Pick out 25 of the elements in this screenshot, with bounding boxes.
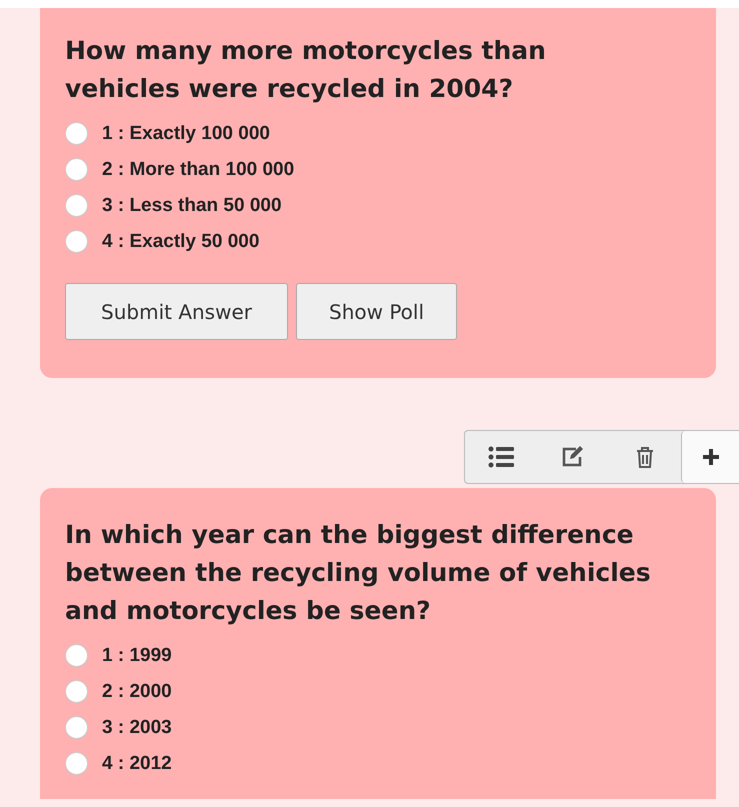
poll-button[interactable]: Show Poll <box>296 283 458 340</box>
radio-button[interactable] <box>65 122 88 145</box>
radio-button[interactable] <box>65 644 88 667</box>
option-label: 3 : Less than 50 000 <box>102 194 282 216</box>
option-label: 2 : More than 100 000 <box>102 158 294 180</box>
option-label: 2 : 2000 <box>102 680 172 702</box>
radio-button[interactable] <box>65 716 88 739</box>
radio-button[interactable] <box>65 680 88 703</box>
option-label: 4 : Exactly 50 000 <box>102 230 260 252</box>
submit-button[interactable]: Submit Answer <box>65 283 288 340</box>
option-label: 1 : 1999 <box>102 644 172 666</box>
radio-button[interactable] <box>65 752 88 775</box>
question-text: How many more motorcycles than vehicles were recycled in 2004? <box>65 35 547 105</box>
radio-button[interactable] <box>65 230 88 253</box>
question-text: In which year can the biggest difference between the recycling volume of vehicles and motorcycles be seen? <box>65 519 652 627</box>
radio-button[interactable] <box>65 158 88 181</box>
option-label: 1 : Exactly 100 000 <box>102 122 270 144</box>
option-label: 3 : 2003 <box>102 716 172 738</box>
trash-icon <box>636 446 654 468</box>
add-button[interactable] <box>681 431 739 483</box>
list-icon <box>488 446 514 468</box>
edit-icon <box>561 446 585 468</box>
radio-button[interactable] <box>65 194 88 217</box>
option-label: 4 : 2012 <box>102 752 172 774</box>
plus-icon <box>700 447 720 467</box>
